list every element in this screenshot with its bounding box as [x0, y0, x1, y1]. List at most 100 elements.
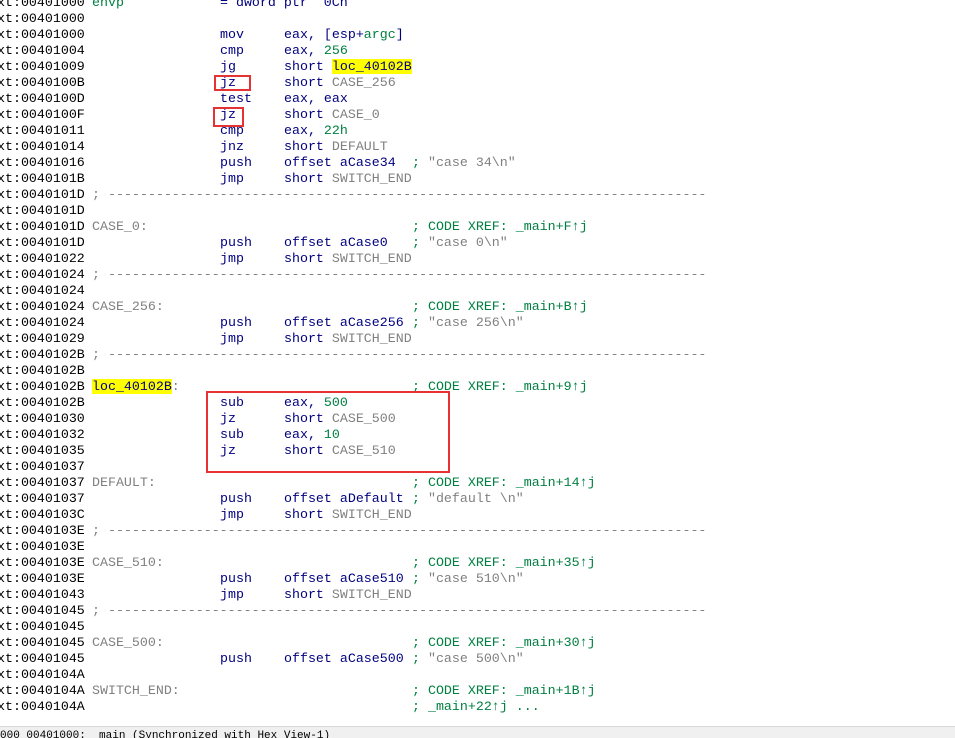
text-segment: eax, [esp+	[284, 27, 364, 42]
listing-line[interactable]: xt:0040102B	[0, 363, 955, 379]
comment: ; _main+22↑j ...	[412, 699, 540, 715]
code-label[interactable]: envp	[92, 0, 124, 11]
text-segment: short	[284, 75, 332, 90]
listing-line[interactable]: xt:00401032 sub eax, 10	[0, 427, 955, 443]
name-reference[interactable]: SWITCH_END	[332, 331, 412, 346]
listing-line[interactable]: xt:00401024 push offset aCase256; "case 25…	[0, 315, 955, 331]
code-label[interactable]: CASE_500:	[92, 635, 164, 651]
listing-line[interactable]: xt:00401000 mov eax, [esp+argc]	[0, 27, 955, 43]
listing-line[interactable]: xt:00401037	[0, 459, 955, 475]
listing-line[interactable]: xt:0040103E push offset aCase510; "case 51…	[0, 571, 955, 587]
listing-line[interactable]: xt:00401004 cmp eax, 256	[0, 43, 955, 59]
address: xt:00401004	[0, 43, 85, 58]
text-segment: eax,	[284, 123, 324, 138]
operands: eax, eax	[284, 91, 348, 107]
listing-line[interactable]: xt:0040100B jz short CASE_256	[0, 75, 955, 91]
comment: ; "case 34\n"	[412, 155, 516, 171]
listing-line[interactable]: xt:0040103E	[0, 539, 955, 555]
listing-line[interactable]: xt:00401016 push offset aCase34; "case 34\…	[0, 155, 955, 171]
listing-line[interactable]: xt:00401037 push offset aDefault; "default…	[0, 491, 955, 507]
listing-line[interactable]: xt:00401022 jmp short SWITCH_END	[0, 251, 955, 267]
text-segment: ; CODE XREF: _main+B↑j	[412, 299, 588, 314]
code-label[interactable]: CASE_256:	[92, 299, 164, 315]
listing-line[interactable]: xt:00401030 jz short CASE_500	[0, 411, 955, 427]
listing-line[interactable]: xt:0040103E ; ---------------------------…	[0, 523, 955, 539]
operands: offset aDefault	[284, 491, 404, 507]
name-reference[interactable]: CASE_0	[332, 107, 380, 122]
mnemonic: mov	[220, 27, 244, 42]
listing-line[interactable]: xt:0040103C jmp short SWITCH_END	[0, 507, 955, 523]
address: xt:00401016	[0, 155, 85, 170]
listing-line[interactable]: xt:00401000 envp = dword ptr 0Ch	[0, 0, 955, 11]
mnemonic: push	[220, 651, 252, 666]
name-reference[interactable]: SWITCH_END	[332, 171, 412, 186]
listing-line[interactable]: xt:00401035 jz short CASE_510	[0, 443, 955, 459]
address: xt:00401022	[0, 251, 85, 266]
mnemonic: push	[220, 235, 252, 250]
name-reference[interactable]: SWITCH_END	[332, 507, 412, 522]
text-segment: offset aCase510	[284, 571, 404, 586]
name-reference[interactable]: SWITCH_END	[332, 587, 412, 602]
text-segment: offset aDefault	[284, 491, 404, 506]
listing-line[interactable]: xt:00401000	[0, 11, 955, 27]
address: xt:00401045	[0, 619, 85, 634]
name-reference[interactable]: CASE_256	[332, 75, 396, 90]
code-label[interactable]: CASE_510:	[92, 555, 164, 571]
name-reference[interactable]: loc_40102B	[331, 59, 412, 74]
string-literal: "case 34\n"	[427, 155, 516, 170]
comment: ; CODE XREF: _main+F↑j	[412, 219, 588, 235]
code-label[interactable]: CASE_0:	[92, 219, 148, 235]
listing-line[interactable]: xt:00401043 jmp short SWITCH_END	[0, 587, 955, 603]
listing-line[interactable]: xt:0040101D	[0, 203, 955, 219]
listing-line[interactable]: xt:0040102B loc_40102B:; CODE XREF: _main…	[0, 379, 955, 395]
mnemonic: jmp	[220, 507, 244, 522]
listing-line[interactable]: xt:0040104A	[0, 667, 955, 683]
listing-line[interactable]: xt:0040100F jz short CASE_0	[0, 107, 955, 123]
listing-line[interactable]: xt:00401045 ; ---------------------------…	[0, 603, 955, 619]
address: xt:00401014	[0, 139, 85, 154]
address: xt:00401037	[0, 491, 85, 506]
code-label[interactable]: loc_40102B:	[92, 379, 180, 395]
address: xt:00401045	[0, 603, 85, 618]
listing-line[interactable]: xt:00401029 jmp short SWITCH_END	[0, 331, 955, 347]
label-highlighted[interactable]: loc_40102B	[92, 379, 172, 394]
listing-line[interactable]: xt:0040101D CASE_0: ; CODE XREF: _main+F↑j	[0, 219, 955, 235]
listing-line[interactable]: xt:0040102B ; ---------------------------…	[0, 347, 955, 363]
listing-line[interactable]: xt:00401009 jg short loc_40102B	[0, 59, 955, 75]
mnemonic: jmp	[220, 171, 244, 186]
address: xt:00401043	[0, 587, 85, 602]
listing-line[interactable]: xt:0040101B jmp short SWITCH_END	[0, 171, 955, 187]
text-segment: offset aCase34	[284, 155, 396, 170]
string-literal: "case 256\n"	[427, 315, 524, 330]
listing-line[interactable]: xt:00401024 CASE_256: ; CODE XREF: _main+B…	[0, 299, 955, 315]
name-reference[interactable]: DEFAULT	[332, 139, 388, 154]
listing-line[interactable]: xt:0040102B sub eax, 500	[0, 395, 955, 411]
address: xt:0040104A	[0, 699, 85, 714]
address: xt:00401035	[0, 443, 85, 458]
listing-line[interactable]: xt:00401014 jnz short DEFAULT	[0, 139, 955, 155]
operands: offset aCase500	[284, 651, 404, 667]
listing-line[interactable]: xt:0040104A SWITCH_END: ; CODE XREF: _main…	[0, 683, 955, 699]
listing-line[interactable]: xt:00401024 ; ---------------------------…	[0, 267, 955, 283]
code-label[interactable]: DEFAULT:	[92, 475, 156, 491]
code-label[interactable]: SWITCH_END:	[92, 683, 180, 699]
address: xt:0040100B	[0, 75, 85, 90]
name-reference[interactable]: SWITCH_END	[332, 251, 412, 266]
listing-line[interactable]: xt:00401045	[0, 619, 955, 635]
listing-line[interactable]: xt:00401045 CASE_500: ; CODE XREF: _main+3…	[0, 635, 955, 651]
listing-line[interactable]: xt:00401024	[0, 283, 955, 299]
text-segment: ; CODE XREF: _main+14↑j	[412, 475, 596, 490]
listing-line[interactable]: xt:00401011 cmp eax, 22h	[0, 123, 955, 139]
disassembly-listing[interactable]: xt:00401000 envp = dword ptr 0Ch xt:0040100…	[0, 0, 955, 715]
listing-line[interactable]: xt:0040101D ; ---------------------------…	[0, 187, 955, 203]
listing-line[interactable]: xt:0040100D test eax, eax	[0, 91, 955, 107]
address: xt:0040102B	[0, 363, 85, 378]
listing-line[interactable]: xt:0040101D push offset aCase0; "case 0\n"	[0, 235, 955, 251]
operands: eax, 256	[284, 43, 348, 59]
string-literal: "default \n"	[427, 491, 524, 506]
text-segment: ;	[412, 235, 428, 250]
listing-line[interactable]: xt:00401045 push offset aCase500; "case 50…	[0, 651, 955, 667]
listing-line[interactable]: xt:0040103E CASE_510: ; CODE XREF: _main+3…	[0, 555, 955, 571]
listing-line[interactable]: xt:0040104A ; _main+22↑j ...	[0, 699, 955, 715]
listing-line[interactable]: xt:00401037 DEFAULT: ; CODE XREF: _main+14…	[0, 475, 955, 491]
